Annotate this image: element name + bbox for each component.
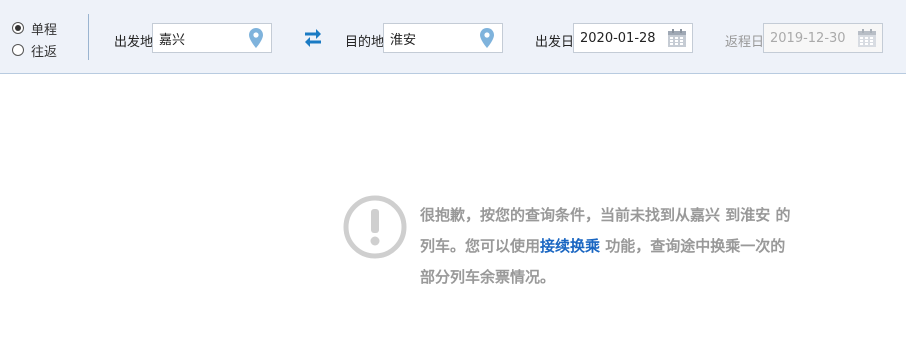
to-value[interactable]: 淮安 bbox=[390, 29, 476, 48]
exclamation-circle-icon bbox=[342, 194, 408, 260]
transfer-link[interactable]: 接续换乘 bbox=[540, 237, 600, 255]
notice-line-3: 部分列车余票情况。 bbox=[420, 268, 556, 286]
notice-message: 很抱歉，按您的查询条件，当前未找到从嘉兴 到淮安 的 列车。您可以使用接续换乘 … bbox=[420, 200, 850, 293]
depart-date-label: 出发日 bbox=[535, 35, 575, 50]
notice-line-2-prefix: 列车。您可以使用 bbox=[420, 237, 541, 255]
radio-one-way[interactable]: 单程 bbox=[12, 17, 57, 39]
from-field[interactable]: 嘉兴 bbox=[152, 23, 272, 53]
return-date-value: 2019-12-30 bbox=[770, 30, 846, 46]
depart-date-field[interactable]: 2020-01-28 bbox=[573, 23, 693, 53]
radio-round-trip-button[interactable] bbox=[12, 44, 24, 56]
to-field[interactable]: 淮安 bbox=[383, 23, 503, 53]
location-pin-icon[interactable] bbox=[476, 27, 498, 49]
notice-line-1: 很抱歉，按您的查询条件，当前未找到从嘉兴 到淮安 的 bbox=[420, 206, 791, 224]
radio-one-way-label[interactable]: 单程 bbox=[31, 19, 57, 38]
return-date-field: 2019-12-30 bbox=[763, 23, 883, 53]
radio-round-trip-label[interactable]: 往返 bbox=[31, 41, 57, 60]
calendar-icon[interactable] bbox=[666, 27, 688, 49]
swap-arrows-icon[interactable] bbox=[302, 28, 324, 48]
divider bbox=[88, 14, 89, 60]
radio-round-trip[interactable]: 往返 bbox=[12, 39, 57, 61]
calendar-icon bbox=[856, 27, 878, 49]
notice-line-2-suffix: 功能，查询途中换乘一次的 bbox=[600, 237, 786, 255]
search-bar: 单程 往返 出发地 嘉兴 目的地 淮安 出发日 2020-01-28 返程日 2… bbox=[0, 0, 906, 74]
return-date-label: 返程日 bbox=[725, 35, 765, 50]
location-pin-icon[interactable] bbox=[245, 27, 267, 49]
depart-date-value[interactable]: 2020-01-28 bbox=[580, 31, 666, 46]
notice-line-2: 列车。您可以使用接续换乘 功能，查询途中换乘一次的 bbox=[420, 231, 850, 262]
from-value[interactable]: 嘉兴 bbox=[159, 29, 245, 48]
radio-one-way-button[interactable] bbox=[12, 22, 24, 34]
to-label: 目的地 bbox=[345, 35, 385, 50]
trip-type-group: 单程 往返 bbox=[12, 17, 57, 61]
from-label: 出发地 bbox=[114, 35, 154, 50]
